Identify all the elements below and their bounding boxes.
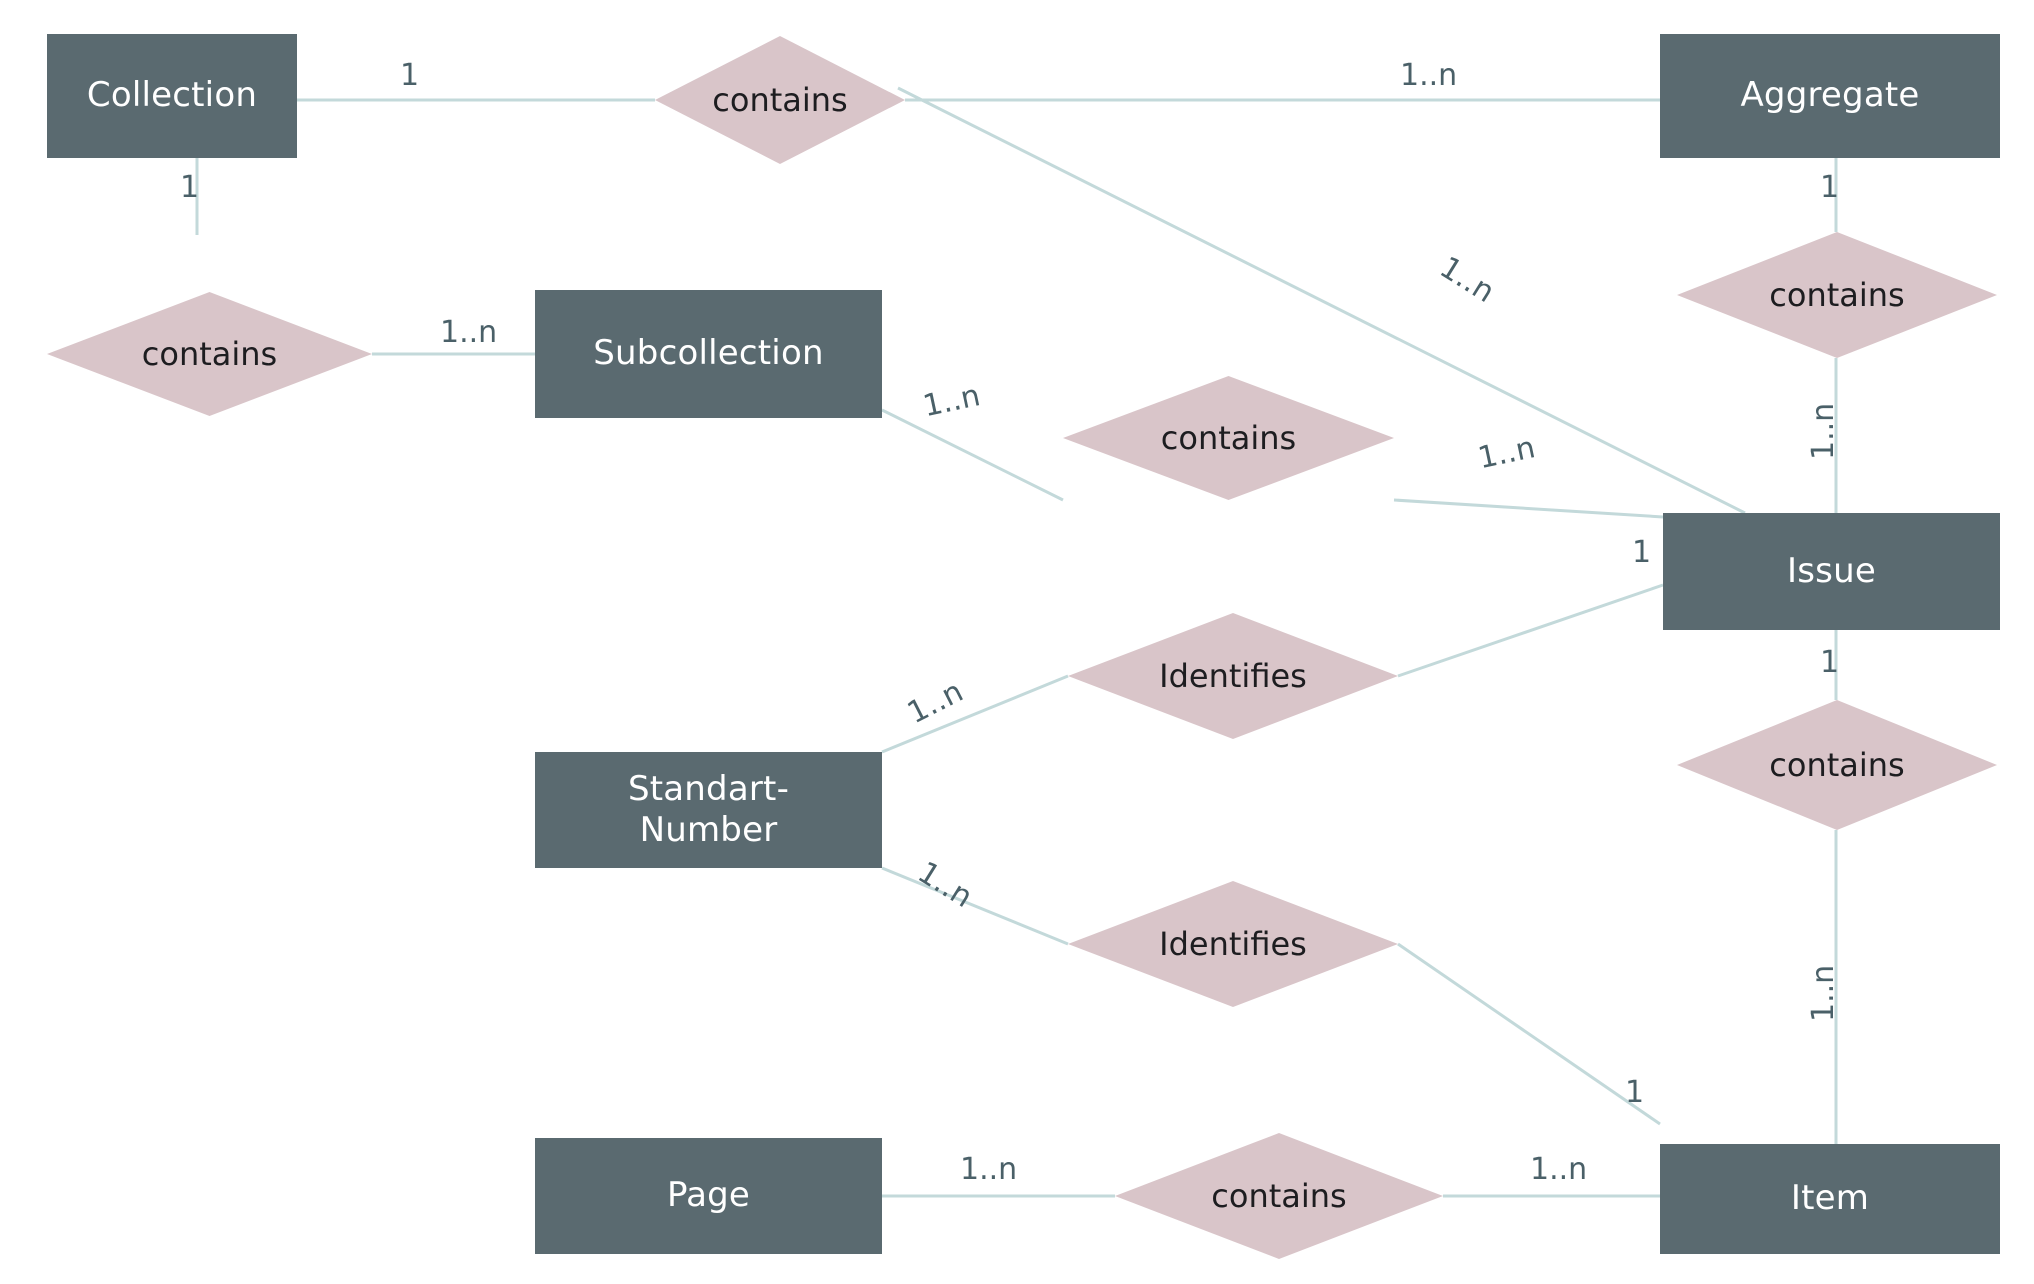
relationship-stdnum-item-identifies[interactable]: Identifies xyxy=(1068,881,1398,1007)
cardinality-identifies-lower-item: 1 xyxy=(1625,1075,1645,1110)
cardinality-collection-contains-left: 1 xyxy=(180,170,200,205)
cardinality-contains-left-subcollection: 1..n xyxy=(440,315,498,350)
relationship-subcollection-issue-contains[interactable]: contains xyxy=(1063,376,1394,500)
relationship-collection-subcollection-contains[interactable]: contains xyxy=(47,292,372,416)
link-issue-identifies-upper xyxy=(1397,583,1664,678)
cardinality-collection-contains-top: 1 xyxy=(400,58,420,93)
cardinality-aggregate-contains-right: 1 xyxy=(1820,170,1840,205)
cardinality-page-contains-bottomrow: 1..n xyxy=(960,1152,1018,1187)
entity-page-label: Page xyxy=(666,1175,751,1216)
cardinality-stdnum-identifies-upper: 1..n xyxy=(902,674,969,732)
link-contains-mid-issue xyxy=(1393,498,1664,519)
cardinality-issue-identifies: 1 xyxy=(1632,535,1652,570)
relationship-label: contains xyxy=(1160,419,1297,457)
entity-issue[interactable]: Issue xyxy=(1663,513,2000,630)
cardinality-contains-bottomrow-item: 1..n xyxy=(1530,1152,1588,1187)
relationship-label: contains xyxy=(712,81,848,119)
entity-issue-label: Issue xyxy=(1787,550,1876,591)
entity-standart-number[interactable]: Standart- Number xyxy=(535,752,882,868)
relationship-stdnum-issue-identifies[interactable]: Identifies xyxy=(1068,613,1398,739)
link-subcollection-contains-mid xyxy=(881,408,1064,502)
relationship-page-item-contains[interactable]: contains xyxy=(1115,1133,1443,1259)
relationship-label: Identifies xyxy=(1159,925,1307,963)
entity-aggregate[interactable]: Aggregate xyxy=(1660,34,2000,158)
entity-subcollection[interactable]: Subcollection xyxy=(535,290,882,418)
link-identifies-lower-item xyxy=(1397,942,1661,1126)
relationship-aggregate-issue-contains[interactable]: contains xyxy=(1677,232,1997,358)
entity-aggregate-label: Aggregate xyxy=(1740,75,1920,116)
entity-page[interactable]: Page xyxy=(535,1138,882,1254)
er-diagram-canvas: Collection Aggregate Subcollection Issue… xyxy=(0,0,2034,1284)
cardinality-issue-contains-bottom: 1 xyxy=(1820,645,1840,680)
entity-subcollection-label: Subcollection xyxy=(593,333,824,374)
relationship-issue-item-contains[interactable]: contains xyxy=(1677,700,1997,830)
cardinality-contains-bottom-item: 1..n xyxy=(1806,964,1841,1022)
entity-collection[interactable]: Collection xyxy=(47,34,297,158)
relationship-label: contains xyxy=(141,335,278,373)
entity-item[interactable]: Item xyxy=(1660,1144,2000,1254)
entity-collection-label: Collection xyxy=(86,75,258,116)
relationship-label: contains xyxy=(1769,746,1905,784)
cardinality-contains-top-issue: 1..n xyxy=(1433,250,1501,310)
entity-item-label: Item xyxy=(1790,1178,1870,1219)
relationship-label: contains xyxy=(1769,276,1905,314)
link-stdnum-identifies-lower xyxy=(881,866,1069,946)
entity-standart-number-label-line2: Number xyxy=(639,810,778,850)
relationship-label: Identifies xyxy=(1159,657,1307,695)
cardinality-contains-top-aggregate: 1..n xyxy=(1400,58,1458,93)
relationship-collection-aggregate-contains[interactable]: contains xyxy=(655,36,905,164)
connector-lines-layer xyxy=(195,86,1838,1198)
cardinality-subcollection-contains-mid: 1..n xyxy=(920,378,984,425)
relationship-label: contains xyxy=(1211,1177,1347,1215)
entity-standart-number-label-line1: Standart- xyxy=(627,768,790,809)
cardinality-contains-mid-issue: 1..n xyxy=(1475,430,1539,477)
cardinality-contains-right-issue: 1..n xyxy=(1806,402,1841,460)
cardinality-stdnum-identifies-lower: 1..n xyxy=(911,855,979,915)
